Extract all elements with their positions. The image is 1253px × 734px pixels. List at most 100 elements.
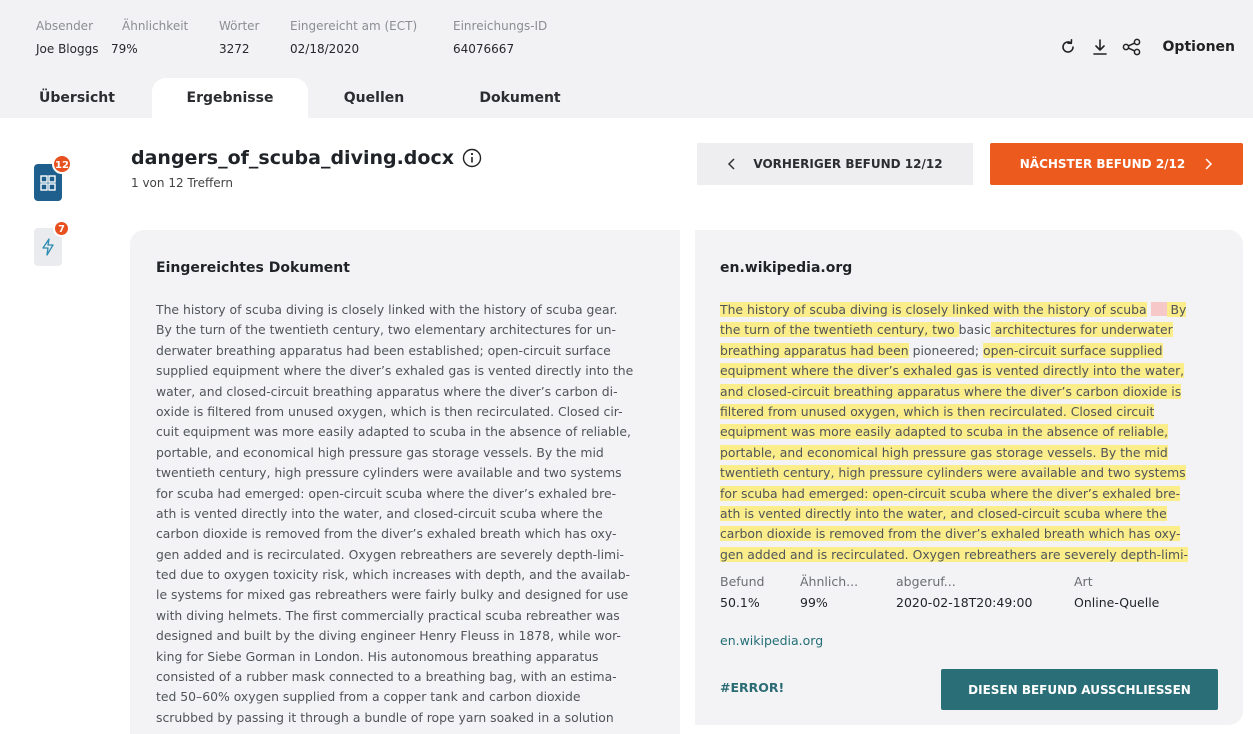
download-icon[interactable] xyxy=(1089,36,1111,58)
text-line: supplied equipment where the diver’s exh… xyxy=(156,363,634,379)
text-line: water, and closed-circuit breathing appa… xyxy=(156,383,618,399)
tab-overview[interactable]: Übersicht xyxy=(18,78,136,118)
highlight-segment: twentieth century, high pressure cylinde… xyxy=(720,465,1186,481)
text-line: The history of scuba diving is closely l… xyxy=(720,300,1188,320)
header-actions: Optionen xyxy=(1047,36,1235,58)
flags-view-button[interactable]: 7 xyxy=(34,220,70,266)
source-heading: en.wikipedia.org xyxy=(720,260,853,276)
info-label: abgeruf... xyxy=(896,574,956,589)
highlight-segment: ath is vented directly into the water, a… xyxy=(720,505,1167,521)
text-line: breathing apparatus had been pioneered; … xyxy=(720,341,1188,361)
highlight-segment: breathing apparatus had been xyxy=(720,342,909,358)
text-line: the turn of the twentieth century, two b… xyxy=(720,320,1188,340)
tab-sources[interactable]: Quellen xyxy=(318,78,430,118)
info-similarity: Ähnlich... 99% xyxy=(800,574,858,610)
text-line: The history of scuba diving is closely l… xyxy=(156,302,618,317)
matches-view-button[interactable]: 12 xyxy=(34,154,72,201)
highlight-segment: portable, and economical high pressure g… xyxy=(720,444,1168,460)
meta-label: Ähnlichkeit xyxy=(122,19,189,33)
highlight-segment: filtered from unused oxygen, which is th… xyxy=(720,403,1155,419)
document-filename: dangers_of_scuba_diving.docx xyxy=(131,147,454,169)
highlight-segment: The history of scuba diving is closely l… xyxy=(720,302,1147,317)
next-match-button[interactable]: NÄCHSTER BEFUND 2/12 xyxy=(990,143,1243,185)
text-line: oxide is filtered from unused oxygen, wh… xyxy=(156,403,623,419)
meta-similarity: Ähnlichkeit 79% xyxy=(111,19,189,56)
chevron-right-icon xyxy=(1205,158,1213,170)
tab-results[interactable]: Ergebnisse xyxy=(152,78,308,118)
exclude-match-button[interactable]: DIESEN BEFUND AUSSCHLIESSEN xyxy=(941,669,1218,710)
info-label: Art xyxy=(1074,574,1093,589)
refresh-icon[interactable] xyxy=(1057,36,1079,58)
meta-value: Joe Bloggs xyxy=(36,42,99,56)
highlight-segment: equipment where the diver’s exhaled gas … xyxy=(720,363,1185,379)
previous-match-button[interactable]: VORHERIGER BEFUND 12/12 xyxy=(697,143,973,185)
text-line: portable, and economical high pressure g… xyxy=(720,443,1188,463)
highlight-segment: open-circuit surface supplied xyxy=(983,342,1163,358)
meta-value: 02/18/2020 xyxy=(290,42,360,56)
share-icon[interactable] xyxy=(1121,36,1143,58)
text-line: scrubbed by passing it through a bundle … xyxy=(156,709,614,725)
text-line: ath is vented directly into the water, a… xyxy=(156,505,603,521)
meta-label: Eingereicht am (ECT) xyxy=(290,19,418,33)
text-line: ted 50–60% oxygen supplied from a copper… xyxy=(156,689,581,705)
info-value: Online-Quelle xyxy=(1074,595,1160,610)
text-line: carbon dioxide is removed from the diver… xyxy=(720,524,1188,544)
text-line: filtered from unused oxygen, which is th… xyxy=(720,402,1188,422)
meta-value: 3272 xyxy=(219,42,250,56)
hits-count: 1 von 12 Treffern xyxy=(131,176,233,190)
meta-value: 79% xyxy=(111,42,138,56)
submitted-heading: Eingereichtes Dokument xyxy=(156,260,350,276)
text-segment: basic xyxy=(958,322,991,338)
options-menu[interactable]: Optionen xyxy=(1163,39,1235,55)
highlight-segment: for scuba had emerged: open-circuit scub… xyxy=(720,485,1181,501)
text-line: derwater breathing apparatus had been es… xyxy=(156,342,611,358)
text-line: gen added and is recirculated. Oxygen re… xyxy=(720,545,1189,565)
info-retrieved: abgeruf... 2020-02-18T20:49:00 xyxy=(896,574,1032,610)
meta-label: Wörter xyxy=(219,19,260,33)
highlight-segment: equipment was more easily adapted to scu… xyxy=(720,424,1169,440)
highlight-segment: architectures for underwater xyxy=(990,322,1173,338)
text-line: equipment was more easily adapted to scu… xyxy=(720,422,1188,442)
tab-document[interactable]: Dokument xyxy=(455,78,585,118)
text-line: ath is vented directly into the water, a… xyxy=(720,504,1188,524)
meta-label: Absender xyxy=(36,19,93,33)
info-label: Ähnlich... xyxy=(800,574,859,589)
meta-sender: Absender Joe Bloggs xyxy=(36,19,98,56)
info-match: Befund 50.1% xyxy=(720,574,764,610)
text-line: with diving helmets. The first commercia… xyxy=(156,607,620,623)
lightning-icon xyxy=(42,238,54,256)
info-value: 2020-02-18T20:49:00 xyxy=(896,595,1033,610)
text-line: twentieth century, high pressure cylinde… xyxy=(720,463,1188,483)
text-line: carbon dioxide is removed from the diver… xyxy=(156,526,617,542)
submitted-document-panel: Eingereichtes Dokument The history of sc… xyxy=(130,230,680,734)
source-panel: en.wikipedia.org The history of scuba di… xyxy=(695,230,1243,725)
meta-submitted-date: Eingereicht am (ECT) 02/18/2020 xyxy=(290,19,417,56)
info-icon[interactable] xyxy=(462,148,482,168)
highlight-segment: and closed-circuit breathing apparatus w… xyxy=(720,383,1182,399)
next-match-label: NÄCHSTER BEFUND 2/12 xyxy=(1019,157,1186,171)
tab-bar: Übersicht Ergebnisse Quellen Dokument xyxy=(0,78,1253,118)
flags-count-badge: 7 xyxy=(53,220,70,237)
info-label: Befund xyxy=(720,574,765,589)
source-text: The history of scuba diving is closely l… xyxy=(720,300,1189,565)
info-type: Art Online-Quelle xyxy=(1074,574,1159,610)
grid-icon xyxy=(40,174,56,191)
text-line: portable, and economical high pressure g… xyxy=(156,444,604,460)
text-line: king for Siebe Gorman in London. His aut… xyxy=(156,648,599,664)
meta-submission-id: Einreichungs-ID 64076667 xyxy=(453,19,547,56)
source-link[interactable]: en.wikipedia.org xyxy=(720,633,823,648)
document-title: dangers_of_scuba_diving.docx xyxy=(131,147,482,169)
highlight-segment: carbon dioxide is removed from the diver… xyxy=(720,526,1181,542)
error-text: #ERROR! xyxy=(720,680,785,695)
text-line: cuit equipment was more easily adapted t… xyxy=(156,424,631,440)
highlight-segment: the turn of the twentieth century, two xyxy=(720,322,959,338)
previous-match-label: VORHERIGER BEFUND 12/12 xyxy=(753,157,943,171)
text-line: By the turn of the twentieth century, tw… xyxy=(156,322,617,338)
text-line: consisted of a rubber mask connected to … xyxy=(156,669,617,685)
text-line: twentieth century, high pressure cylinde… xyxy=(156,465,622,481)
text-line: equipment where the diver’s exhaled gas … xyxy=(720,361,1188,381)
text-line: le systems for mixed gas rebreathers wer… xyxy=(156,587,629,603)
info-value: 99% xyxy=(800,595,828,610)
text-line: designed and built by the diving enginee… xyxy=(156,628,621,644)
info-value: 50.1% xyxy=(720,595,760,610)
